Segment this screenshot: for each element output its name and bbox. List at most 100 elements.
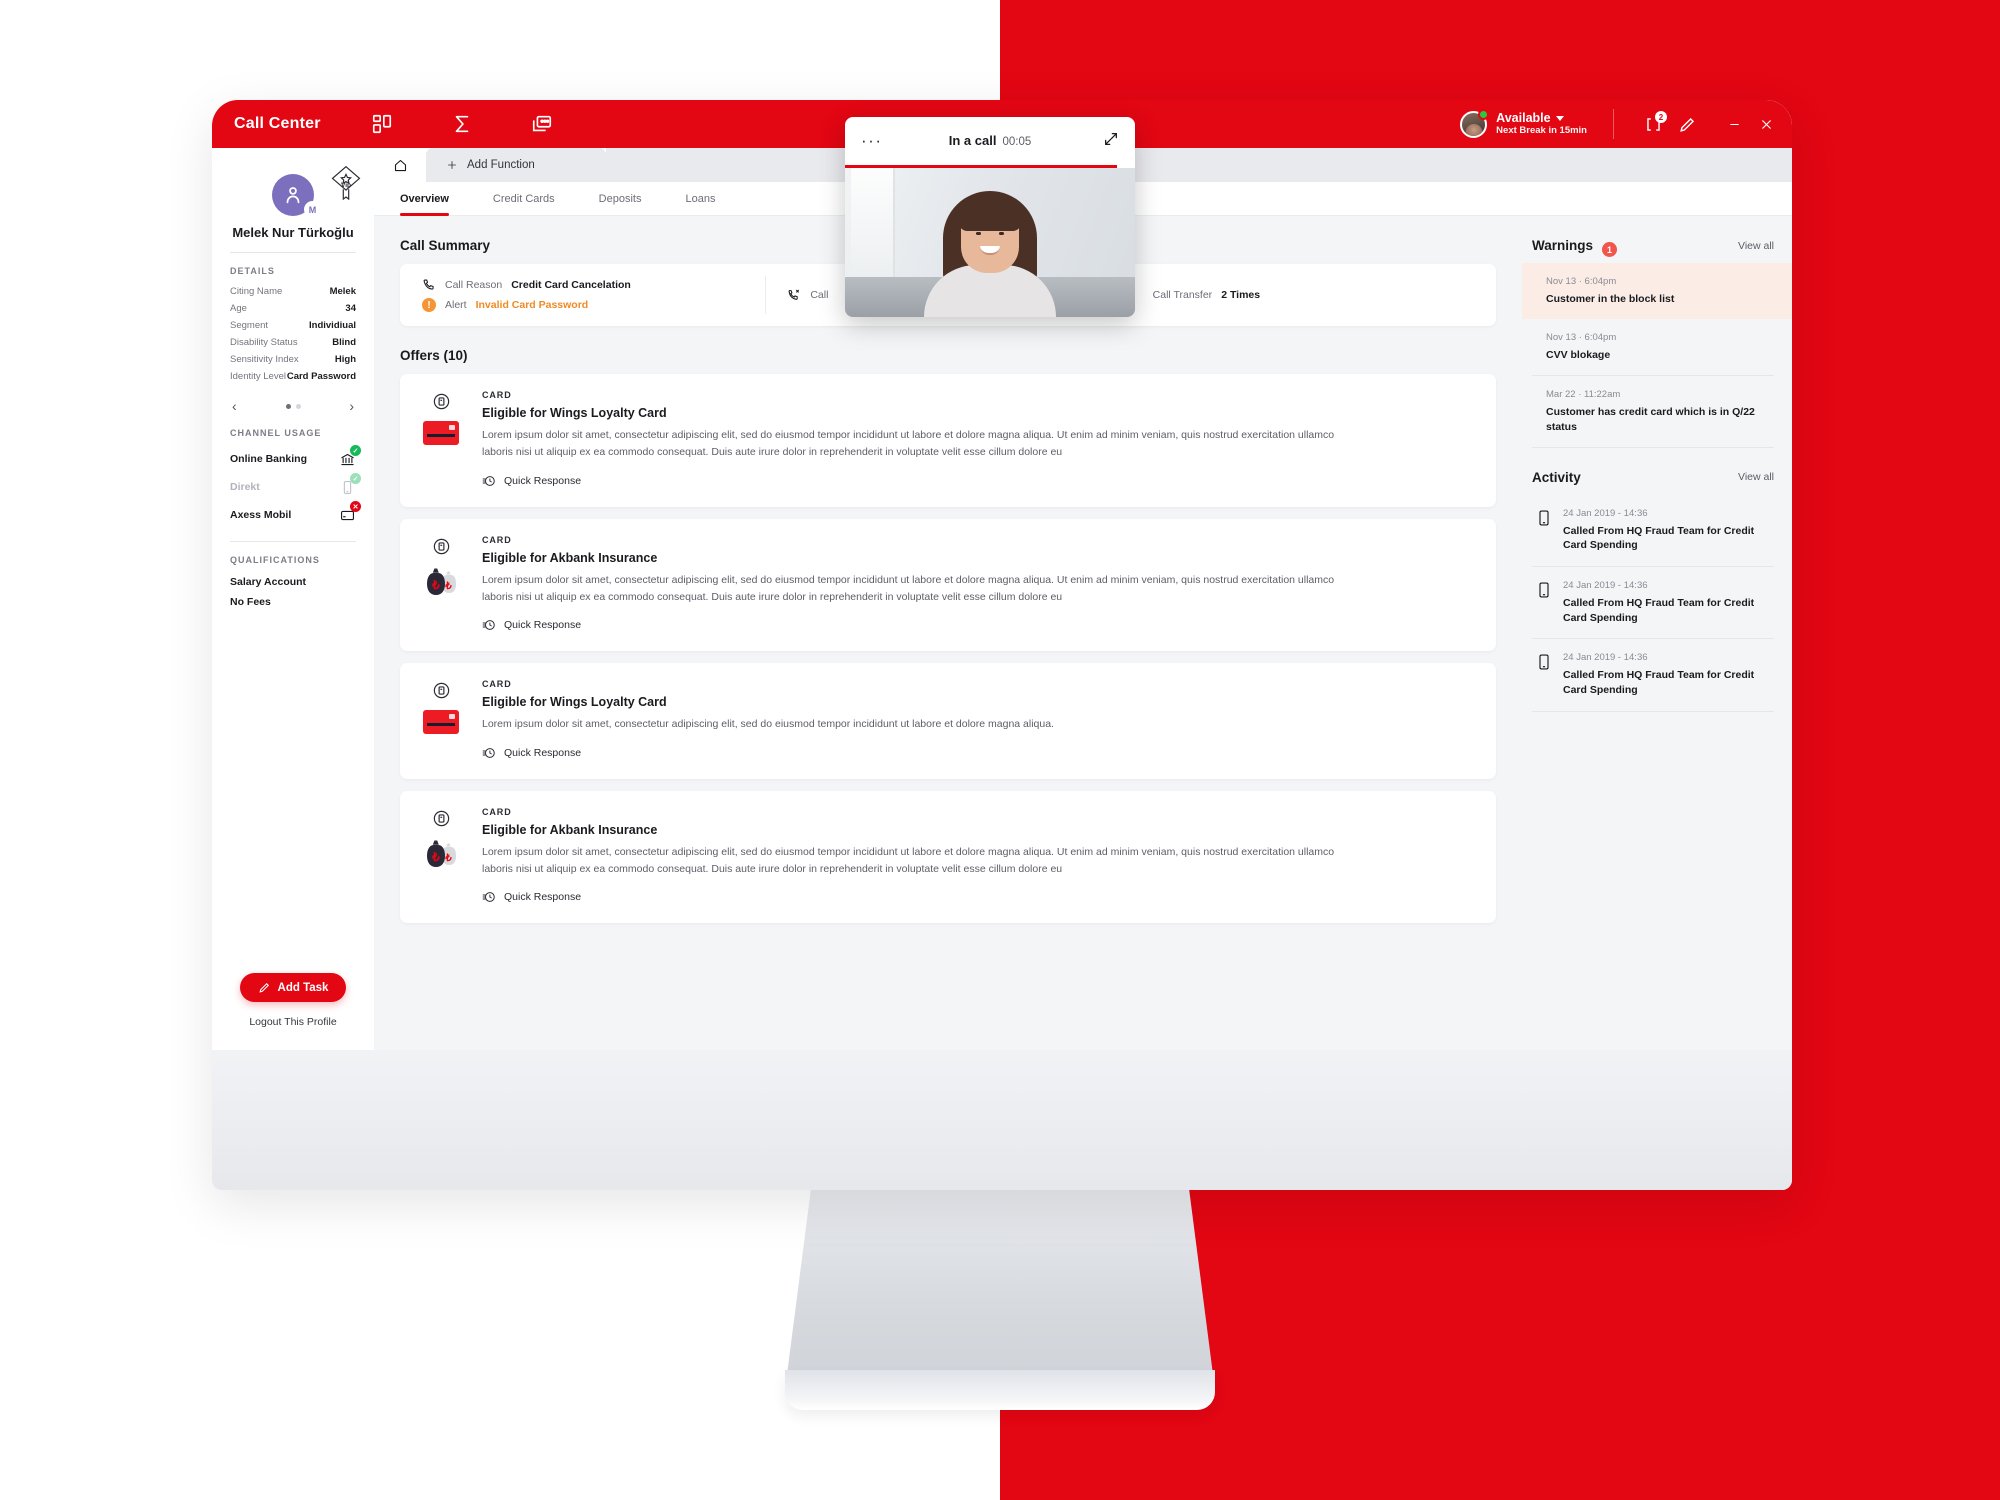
channel-row-online-banking[interactable]: Online Banking ✓: [212, 445, 374, 473]
card-doc-icon: [432, 681, 451, 700]
quick-response-button[interactable]: Quick Response: [482, 618, 581, 632]
tab-credit-cards[interactable]: Credit Cards: [493, 182, 555, 216]
qualifications-title: QUALIFICATIONS: [230, 555, 320, 565]
activity-text: Called From HQ Fraud Team for Credit Car…: [1563, 669, 1755, 697]
add-function-tab[interactable]: Add Function: [426, 148, 606, 182]
channel-label: Online Banking: [230, 453, 308, 465]
offer-card[interactable]: CARD Eligible for Wings Loyalty Card Lor…: [400, 374, 1496, 507]
warning-item[interactable]: Nov 13 · 6:04pm Customer in the block li…: [1522, 263, 1792, 320]
video-call-overlay[interactable]: ··· In a call 00:05: [845, 117, 1135, 317]
status-x-icon: ✕: [350, 501, 361, 512]
detail-row: Citing Name Melek: [212, 283, 374, 300]
alert-icon: !: [422, 298, 436, 312]
window-controls: [1726, 116, 1774, 132]
offer-body: CARD Eligible for Akbank Insurance Lorem…: [482, 807, 1476, 910]
alert-label: Alert: [445, 299, 467, 311]
card-doc-icon: [432, 809, 451, 828]
offer-body: CARD Eligible for Wings Loyalty Card Lor…: [482, 390, 1476, 493]
offer-card[interactable]: ₺ ₺ CARD Eligible for Akbank Insurance L…: [400, 790, 1496, 924]
pager-dot[interactable]: [295, 403, 301, 409]
activity-item[interactable]: 24 Jan 2019 - 14:36 Called From HQ Fraud…: [1532, 567, 1774, 640]
warnings-badge: 1: [1602, 242, 1618, 257]
offer-art: [400, 390, 482, 493]
close-icon[interactable]: [1758, 116, 1774, 132]
offer-art: [400, 679, 482, 764]
warning-item[interactable]: Nov 13 · 6:04pm CVV blokage: [1532, 319, 1774, 377]
offer-kicker: CARD: [482, 679, 512, 690]
offer-kicker: CARD: [482, 806, 512, 817]
detail-row: Age 34: [212, 300, 374, 317]
notification-icon[interactable]: 2: [1636, 107, 1670, 141]
dashboard-icon[interactable]: [365, 100, 399, 148]
quick-clock-icon: [482, 620, 495, 631]
detail-row: Identity Level Card Password: [212, 368, 374, 385]
activity-item[interactable]: 24 Jan 2019 - 14:36 Called From HQ Fraud…: [1532, 495, 1774, 568]
activity-text-wrap: 24 Jan 2019 - 14:36 Called From HQ Fraud…: [1563, 652, 1774, 697]
tab-loans[interactable]: Loans: [685, 182, 715, 216]
quick-clock-icon: [482, 475, 495, 486]
activity-item[interactable]: 24 Jan 2019 - 14:36 Called From HQ Fraud…: [1532, 639, 1774, 712]
warning-text: CVV blokage: [1546, 349, 1611, 362]
chevron-right-icon[interactable]: ›: [349, 399, 354, 413]
sidebar-footer: Add Task Logout This Profile: [212, 973, 374, 1050]
headset-icon[interactable]: [592, 100, 651, 148]
tab-deposits[interactable]: Deposits: [599, 182, 642, 216]
add-task-button[interactable]: Add Task: [239, 973, 347, 1002]
detail-row: Segment Individiual: [212, 317, 374, 334]
more-options-icon[interactable]: ···: [861, 132, 882, 149]
pager-dot-active[interactable]: [285, 403, 291, 409]
warnings-view-all[interactable]: View all: [1738, 240, 1774, 252]
qualification-item: Salary Account: [230, 576, 307, 588]
offer-body: CARD Eligible for Akbank Insurance Lorem…: [482, 535, 1476, 638]
chevron-left-icon[interactable]: ‹: [232, 399, 237, 413]
status-check-icon: ✓: [350, 445, 361, 456]
detail-label: Sensitivity Index: [230, 354, 299, 365]
portrait-hair-front: [959, 197, 1021, 231]
quick-response-button[interactable]: Quick Response: [482, 746, 581, 760]
detail-row: Sensitivity Index High: [212, 351, 374, 368]
channel-row-direkt[interactable]: Direkt ✓: [212, 473, 374, 501]
warnings-title-wrap: Warnings 1: [1532, 238, 1618, 257]
sigma-icon[interactable]: [445, 100, 479, 148]
detail-label: Age: [230, 303, 247, 314]
agent-status-label: Available: [1496, 111, 1551, 126]
minimize-icon[interactable]: [1726, 116, 1742, 132]
screens-icon[interactable]: [525, 100, 559, 148]
activity-text-wrap: 24 Jan 2019 - 14:36 Called From HQ Fraud…: [1563, 508, 1774, 553]
offer-description: Lorem ipsum dolor sit amet, consectetur …: [482, 718, 1054, 731]
tabstrip-filler: [606, 148, 1792, 182]
alert-row: ! Alert Invalid Card Password: [422, 298, 743, 312]
offer-title: Eligible for Akbank Insurance: [482, 550, 658, 565]
activity-text: Called From HQ Fraud Team for Credit Car…: [1563, 597, 1755, 624]
mobile-icon: [1538, 580, 1552, 625]
offer-card[interactable]: ₺ ₺ CARD Eligible for Akbank Insurance L…: [400, 518, 1496, 652]
logout-profile-link[interactable]: Logout This Profile: [230, 1016, 356, 1028]
plus-icon: [448, 161, 456, 169]
home-icon[interactable]: [374, 148, 426, 182]
customer-sidebar: Vip M Melek Nur Türkoğlu DETAILS Citing …: [212, 148, 374, 1050]
notification-badge: 2: [1655, 111, 1667, 123]
agent-status-block[interactable]: Available Next Break in 15min: [1460, 108, 1614, 139]
channel-row-axess-mobil[interactable]: Axess Mobil ✕: [212, 501, 374, 529]
offer-art: ₺ ₺: [400, 807, 482, 910]
warning-item[interactable]: Mar 22 · 11:22am Customer has credit car…: [1532, 376, 1774, 448]
offer-title: Eligible for Wings Loyalty Card: [482, 406, 667, 420]
page-content: Call Summary Call Reason Credit Card Can…: [374, 216, 1792, 1050]
detail-value: Blind: [332, 337, 356, 348]
offer-card[interactable]: CARD Eligible for Wings Loyalty Card Lor…: [400, 663, 1496, 779]
tab-overview[interactable]: Overview: [400, 182, 449, 216]
chevron-down-icon[interactable]: [1555, 116, 1564, 122]
pen-icon[interactable]: [1670, 107, 1704, 141]
expand-icon[interactable]: [1103, 131, 1119, 152]
quick-response-button[interactable]: Quick Response: [482, 890, 581, 904]
alert-value: Invalid Card Password: [475, 299, 589, 311]
quick-response-button[interactable]: Quick Response: [482, 474, 581, 488]
quick-response-label: Quick Response: [504, 474, 582, 487]
agent-status-row: Available: [1496, 111, 1587, 125]
right-panel: Warnings 1 View all Nov 13 · 6:04pm Cust…: [1522, 216, 1792, 1050]
activity-text: Called From HQ Fraud Team for Credit Car…: [1563, 524, 1755, 552]
detail-label: Disability Status: [230, 337, 298, 348]
offer-body: CARD Eligible for Wings Loyalty Card Lor…: [482, 679, 1476, 764]
detail-label: Segment: [230, 320, 269, 331]
activity-view-all[interactable]: View all: [1738, 471, 1774, 483]
